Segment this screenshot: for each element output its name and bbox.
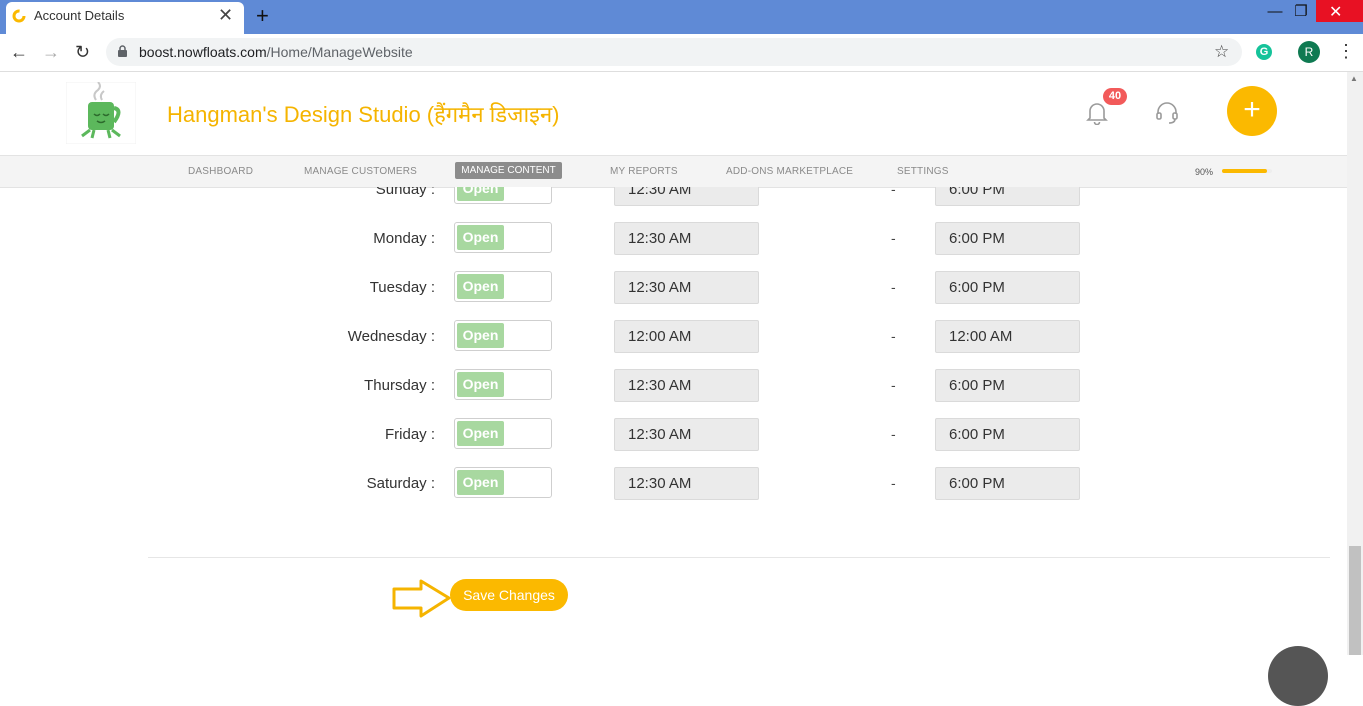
time-separator: - — [891, 426, 896, 442]
nav-my-reports[interactable]: MY REPORTS — [610, 166, 678, 177]
closing-time-field[interactable]: 6:00 PM — [935, 187, 1080, 206]
hours-row: Tuesday : Open 12:30 AM - 6:00 PM — [0, 271, 1347, 311]
closing-time-field[interactable]: 6:00 PM — [935, 467, 1080, 500]
open-closed-toggle[interactable]: Open — [454, 222, 552, 253]
day-label: Tuesday : — [369, 279, 435, 296]
business-logo[interactable] — [66, 82, 136, 144]
toggle-status-label: Open — [457, 470, 504, 495]
profile-completion-label: 90% — [1195, 167, 1214, 177]
time-separator: - — [891, 328, 896, 344]
url-text[interactable]: boost.nowfloats.com/Home/ManageWebsite — [139, 44, 413, 60]
nowfloats-favicon-icon — [12, 9, 26, 23]
day-label: Wednesday : — [347, 328, 435, 345]
url-host: boost.nowfloats.com — [139, 44, 267, 60]
opening-time-field[interactable]: 12:30 AM — [614, 418, 759, 451]
reload-icon[interactable]: ↻ — [75, 42, 90, 62]
closing-time-field[interactable]: 6:00 PM — [935, 418, 1080, 451]
tab-title: Account Details — [34, 8, 125, 23]
business-hours-section: Sunday : Open 12:30 AM - 6:00 PM Monday : Open… — [0, 187, 1347, 655]
time-separator: - — [891, 475, 896, 491]
closing-time-field[interactable]: 6:00 PM — [935, 369, 1080, 402]
hours-row: Saturday : Open 12:30 AM - 6:00 PM — [0, 467, 1347, 507]
toggle-status-label: Open — [457, 274, 504, 299]
forward-arrow-icon[interactable]: → — [42, 42, 60, 62]
window-restore-icon[interactable]: ❐ — [1291, 4, 1311, 20]
scrollbar-thumb[interactable] — [1349, 546, 1361, 655]
opening-time-field[interactable]: 12:30 AM — [614, 187, 759, 206]
nav-manage-content[interactable]: MANAGE CONTENT — [455, 162, 562, 179]
toggle-status-label: Open — [457, 421, 504, 446]
pointer-arrow-icon — [392, 579, 451, 618]
open-closed-toggle[interactable]: Open — [454, 187, 552, 204]
hours-row: Sunday : Open 12:30 AM - 6:00 PM — [0, 187, 1347, 213]
business-name[interactable]: Hangman's Design Studio (हैंगमैन डिजाइन) — [167, 99, 560, 129]
open-closed-toggle[interactable]: Open — [454, 320, 552, 351]
nav-settings[interactable]: SETTINGS — [897, 166, 949, 177]
toggle-status-label: Open — [457, 225, 504, 250]
toggle-status-label: Open — [457, 187, 504, 201]
open-closed-toggle[interactable]: Open — [454, 369, 552, 400]
day-label: Friday : — [384, 426, 435, 443]
day-label: Saturday : — [366, 475, 435, 492]
closing-time-field[interactable]: 6:00 PM — [935, 222, 1080, 255]
url-path: /Home/ManageWebsite — [266, 44, 413, 60]
window-minimize-icon[interactable]: — — [1265, 4, 1285, 20]
time-separator: - — [891, 187, 896, 197]
toggle-status-label: Open — [457, 323, 504, 348]
section-divider — [148, 557, 1330, 558]
opening-time-field[interactable]: 12:30 AM — [614, 467, 759, 500]
save-changes-button[interactable]: Save Changes — [450, 579, 568, 611]
scroll-up-icon[interactable]: ▲ — [1350, 74, 1358, 83]
nav-add-ons-marketplace[interactable]: ADD-ONS MARKETPLACE — [726, 166, 853, 177]
day-label: Monday : — [373, 230, 435, 247]
profile-completion-fill — [1222, 169, 1267, 173]
hours-row: Thursday : Open 12:30 AM - 6:00 PM — [0, 369, 1347, 409]
support-headset-icon[interactable] — [1155, 101, 1179, 125]
grammarly-extension-icon[interactable]: G — [1256, 44, 1272, 60]
tab-close-icon[interactable]: ✕ — [218, 6, 233, 24]
nav-manage-customers[interactable]: MANAGE CUSTOMERS — [304, 166, 417, 177]
chat-widget-button[interactable] — [1268, 646, 1328, 706]
hours-row: Wednesday : Open 12:00 AM - 12:00 AM — [0, 320, 1347, 360]
open-closed-toggle[interactable]: Open — [454, 418, 552, 449]
time-separator: - — [891, 377, 896, 393]
toggle-status-label: Open — [457, 372, 504, 397]
day-label: Thursday : — [364, 377, 435, 394]
closing-time-field[interactable]: 12:00 AM — [935, 320, 1080, 353]
opening-time-field[interactable]: 12:30 AM — [614, 271, 759, 304]
hours-row: Friday : Open 12:30 AM - 6:00 PM — [0, 418, 1347, 458]
browser-menu-icon[interactable]: ⋮ — [1337, 42, 1355, 60]
day-label: Sunday : — [375, 187, 435, 198]
time-separator: - — [891, 279, 896, 295]
profile-avatar[interactable]: R — [1298, 41, 1320, 63]
window-close-icon[interactable]: ✕ — [1329, 2, 1342, 22]
opening-time-field[interactable]: 12:30 AM — [614, 222, 759, 255]
time-separator: - — [891, 230, 896, 246]
opening-time-field[interactable]: 12:00 AM — [614, 320, 759, 353]
notification-bell-icon[interactable] — [1086, 101, 1108, 125]
opening-time-field[interactable]: 12:30 AM — [614, 369, 759, 402]
notification-count-badge[interactable]: 40 — [1103, 88, 1127, 105]
lock-icon[interactable] — [117, 45, 128, 58]
hours-row: Monday : Open 12:30 AM - 6:00 PM — [0, 222, 1347, 262]
new-tab-button[interactable]: + — [256, 4, 269, 28]
bookmark-star-icon[interactable]: ☆ — [1214, 42, 1229, 62]
open-closed-toggle[interactable]: Open — [454, 271, 552, 302]
closing-time-field[interactable]: 6:00 PM — [935, 271, 1080, 304]
open-closed-toggle[interactable]: Open — [454, 467, 552, 498]
back-arrow-icon[interactable]: ← — [10, 42, 28, 62]
nav-dashboard[interactable]: DASHBOARD — [188, 166, 253, 177]
add-button[interactable]: + — [1227, 86, 1277, 136]
